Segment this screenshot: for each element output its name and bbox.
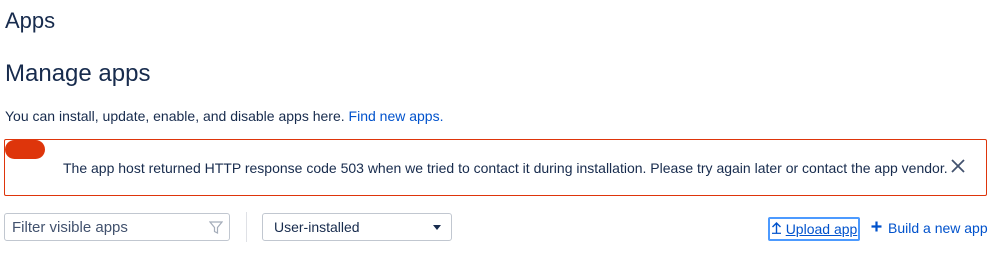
- upload-icon: [771, 222, 782, 236]
- app-type-selected-value: User-installed: [274, 219, 360, 235]
- filter-apps-field[interactable]: [4, 213, 230, 241]
- filter-apps-input[interactable]: [12, 218, 202, 236]
- build-new-app-label: Build a new app: [888, 220, 988, 236]
- filter-icon: [208, 221, 224, 235]
- intro-description: You can install, update, enable, and dis…: [5, 108, 345, 124]
- chevron-down-icon: [433, 225, 441, 230]
- app-type-select[interactable]: User-installed: [262, 213, 452, 241]
- intro-text: You can install, update, enable, and dis…: [5, 108, 443, 124]
- breadcrumb-apps[interactable]: Apps: [5, 8, 55, 34]
- build-new-app-link[interactable]: Build a new app: [871, 220, 988, 236]
- upload-app-label: Upload app: [785, 221, 858, 237]
- toolbar-divider: [246, 212, 247, 242]
- upload-app-button[interactable]: Upload app: [768, 217, 860, 241]
- error-indicator: [5, 140, 45, 159]
- plus-icon: [871, 220, 882, 236]
- find-new-apps-link[interactable]: Find new apps.: [349, 108, 444, 124]
- error-message: The app host returned HTTP response code…: [63, 160, 948, 176]
- close-icon[interactable]: [948, 156, 968, 176]
- error-banner: The app host returned HTTP response code…: [4, 139, 987, 196]
- page-title: Manage apps: [5, 60, 151, 87]
